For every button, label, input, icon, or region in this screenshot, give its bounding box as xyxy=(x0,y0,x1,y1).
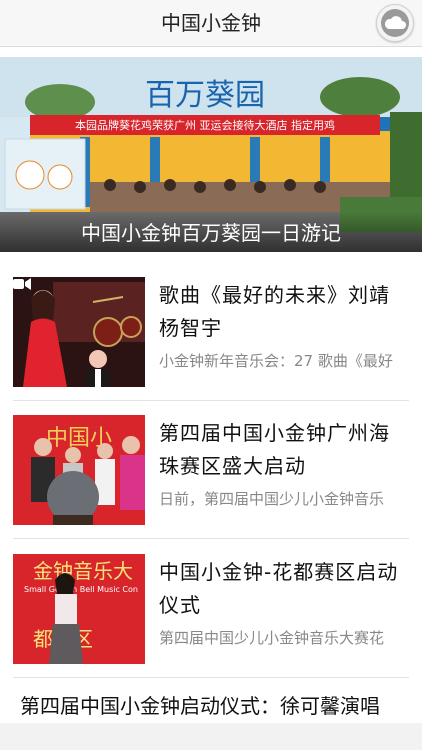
thumb-english-text: Small Golden Bell Music Con xyxy=(24,585,138,594)
hero-caption: 中国小金钟百万葵园一日游记 xyxy=(81,221,341,245)
news-thumbnail-image: 金钟音乐大 Small Golden Bell Music Con 都赛区 xyxy=(13,554,145,664)
news-title: 歌曲《最好的未来》刘靖杨智宇 xyxy=(159,283,390,340)
news-item-title-only[interactable]: 第四届中国小金钟启动仪式：徐可馨演唱 xyxy=(20,690,410,719)
page-title: 中国小金钟 xyxy=(161,11,261,35)
news-thumbnail: 中国小 xyxy=(13,415,145,525)
news-thumbnail-image xyxy=(13,277,145,387)
news-title: 中国小金钟-花都赛区启动仪式 xyxy=(159,560,399,617)
news-item[interactable]: 中国小 第四届中国小金钟广州海珠赛区盛大启动 日前，第四届中国少儿小金钟音乐 xyxy=(13,415,409,525)
news-thumbnail: 金钟音乐大 Small Golden Bell Music Con 都赛区 xyxy=(13,554,145,664)
news-subtitle: 第四届中国少儿小金钟音乐大赛花 xyxy=(159,629,385,647)
news-thumbnail xyxy=(13,277,145,387)
news-subtitle: 小金钟新年音乐会：27 歌曲《最好 xyxy=(159,352,393,370)
hero-banner-text: 本园品牌葵花鸡荣获广州 亚运会接待大酒店 指定用鸡 xyxy=(75,118,335,132)
video-camera-icon xyxy=(13,278,31,290)
news-subtitle: 日前，第四届中国少儿小金钟音乐 xyxy=(159,490,385,508)
divider xyxy=(13,400,409,401)
cloud-icon xyxy=(384,16,406,29)
hero-sign-text: 百万葵园 xyxy=(145,78,265,113)
news-thumbnail-image: 中国小 xyxy=(13,415,145,525)
news-item[interactable]: 金钟音乐大 Small Golden Bell Music Con 都赛区 中国… xyxy=(13,554,409,664)
divider xyxy=(13,538,409,539)
news-title: 第四届中国小金钟广州海珠赛区盛大启动 xyxy=(159,421,390,478)
hero-banner[interactable]: 本园品牌葵花鸡荣获广州 亚运会接待大酒店 指定用鸡 百万葵园 中国小金钟百万葵园… xyxy=(0,57,422,252)
divider xyxy=(13,677,409,678)
app-screen: 中国小金钟 本园品牌葵花鸡荣获广州 亚运会接待大酒店 指定用鸡 百万葵园 中国小… xyxy=(0,0,422,750)
thumb-banner-text: 金钟音乐大 xyxy=(33,559,133,583)
top-navigation-bar: 中国小金钟 xyxy=(0,0,422,47)
cloud-button[interactable] xyxy=(376,4,414,42)
news-item[interactable]: 歌曲《最好的未来》刘靖杨智宇 小金钟新年音乐会：27 歌曲《最好 xyxy=(13,277,409,387)
bottom-bar xyxy=(0,723,422,750)
